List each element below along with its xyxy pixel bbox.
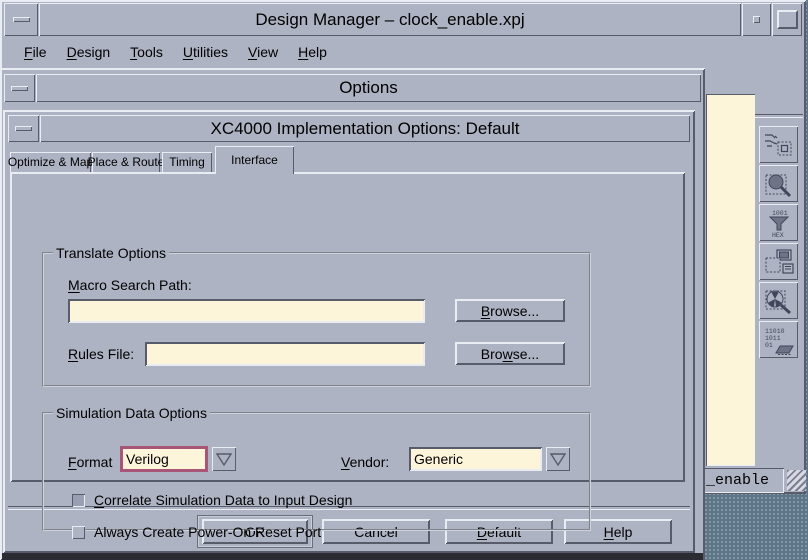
window-menu-button[interactable] — [8, 115, 39, 142]
implementation-options-dialog: XC4000 Implementation Options: Default O… — [3, 110, 695, 553]
bitstream-button[interactable]: 11010 1011 01 — [759, 321, 798, 358]
tab-place-route[interactable]: Place & Route — [92, 152, 160, 172]
chip-monitor-icon — [763, 247, 795, 277]
dropdown-arrow-icon — [550, 453, 566, 466]
window-title-text: Design Manager – clock_enable.xpj — [255, 10, 524, 30]
analyze-button[interactable] — [759, 282, 798, 319]
verify-button[interactable] — [759, 165, 798, 202]
macro-search-path-input[interactable] — [68, 299, 425, 323]
window-menu-dash-icon — [11, 86, 28, 91]
svg-text:11010: 11010 — [765, 328, 785, 335]
implement-icon — [763, 130, 795, 160]
implement-button[interactable] — [759, 126, 798, 163]
simulation-data-options-legend: Simulation Data Options — [53, 405, 210, 421]
correlate-simulation-checkbox[interactable] — [72, 494, 85, 507]
minimize-button[interactable] — [742, 3, 771, 36]
correlate-simulation-label: Correlate Simulation Data to Input Desig… — [94, 492, 352, 508]
minimize-icon — [753, 16, 760, 23]
dropdown-arrow-icon — [216, 453, 232, 466]
window-menu-button[interactable] — [4, 3, 38, 36]
magnifier-trefoil-icon — [763, 286, 795, 316]
browse-rules-button[interactable]: Browse... — [455, 342, 565, 365]
binary-chip-icon: 11010 1011 01 — [763, 325, 795, 355]
dialog-title-text: XC4000 Implementation Options: Default — [210, 119, 519, 139]
hex-funnel-icon: 1001 HEX — [763, 208, 795, 238]
macro-search-path-label: Macro Search Path: — [68, 277, 192, 293]
resize-grip[interactable] — [787, 470, 806, 491]
maximize-button[interactable] — [772, 3, 802, 36]
tab-timing[interactable]: Timing — [162, 152, 212, 172]
format-combobox[interactable]: Verilog — [120, 446, 208, 472]
menu-file[interactable]: File — [14, 41, 57, 63]
simulation-data-options-group: Simulation Data Options Format Verilog V… — [42, 405, 591, 531]
chip-magnifier-icon — [763, 169, 795, 199]
window-shadow-strip — [2, 553, 703, 560]
vendor-combobox[interactable]: Generic — [409, 447, 542, 471]
translate-options-group: Translate Options Macro Search Path: Bro… — [42, 245, 591, 387]
svg-text:HEX: HEX — [772, 232, 784, 238]
toolbar-divider — [755, 114, 803, 118]
format-dropdown-arrow[interactable] — [212, 447, 236, 471]
translate-options-legend: Translate Options — [53, 245, 169, 261]
vendor-dropdown-arrow[interactable] — [546, 447, 570, 471]
rules-file-label: Rules File: — [68, 346, 134, 362]
svg-text:01: 01 — [765, 342, 773, 349]
power-on-reset-checkbox[interactable] — [72, 526, 85, 539]
format-label: Format — [68, 454, 112, 470]
menu-utilities[interactable]: Utilities — [173, 41, 238, 63]
menu-design[interactable]: Design — [57, 41, 121, 63]
menubar: File Design Tools Utilities View Help — [4, 38, 802, 66]
rules-file-input[interactable] — [145, 342, 425, 366]
menu-tools[interactable]: Tools — [120, 41, 173, 63]
menu-help[interactable]: Help — [288, 41, 337, 63]
dialog-title: XC4000 Implementation Options: Default — [40, 115, 690, 142]
tab-optimize-map[interactable]: Optimize & Map — [10, 152, 91, 172]
svg-text:1011: 1011 — [765, 335, 781, 342]
vendor-label: Vendor: — [341, 454, 389, 470]
window-title: Design Manager – clock_enable.xpj — [39, 3, 741, 36]
svg-text:1001: 1001 — [772, 210, 788, 217]
maximize-icon — [777, 10, 798, 29]
tab-interface[interactable]: Interface — [215, 146, 294, 174]
menu-view[interactable]: View — [238, 41, 288, 63]
window-menu-dash-icon — [15, 126, 32, 131]
power-on-reset-label: Always Create Power-On Reset Port — [94, 524, 321, 540]
browse-macro-button[interactable]: Browse... — [455, 299, 565, 322]
simulate-button[interactable] — [759, 243, 798, 280]
window-menu-dash-icon — [13, 17, 30, 22]
window-title-text: Options — [339, 78, 398, 98]
tab-page-interface: Translate Options Macro Search Path: Bro… — [10, 172, 685, 482]
window-menu-button[interactable] — [4, 74, 35, 102]
window-title: Options — [36, 74, 701, 102]
configure-button[interactable]: 1001 HEX — [759, 204, 798, 241]
project-view-panel — [706, 94, 757, 466]
